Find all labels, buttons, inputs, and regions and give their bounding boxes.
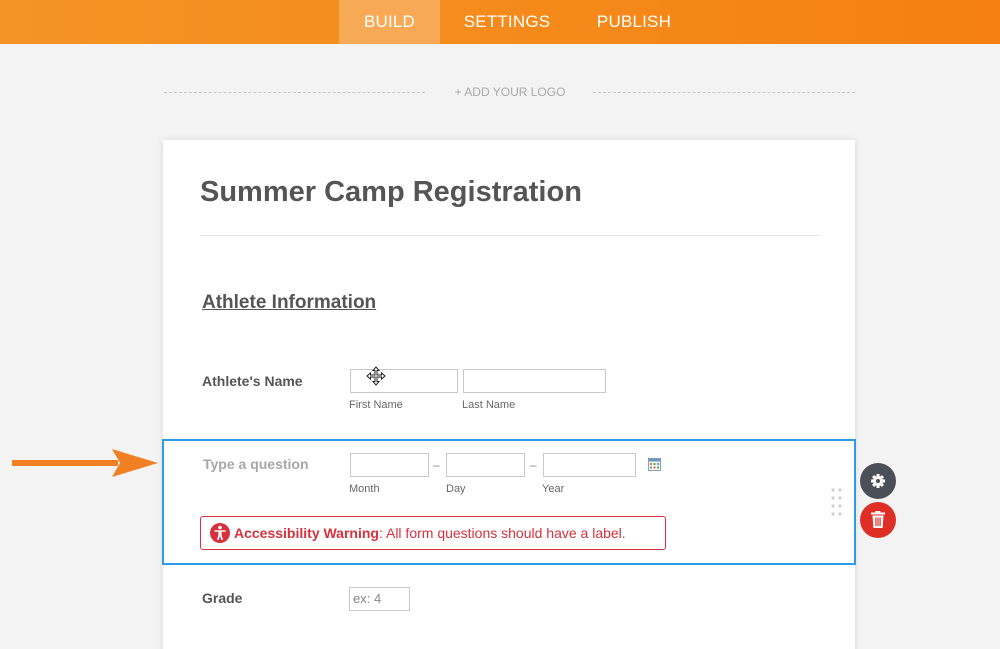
trash-icon <box>871 511 885 528</box>
tab-settings[interactable]: SETTINGS <box>458 0 556 44</box>
title-divider <box>200 235 819 236</box>
grade-label[interactable]: Grade <box>202 590 242 606</box>
athlete-name-label[interactable]: Athlete's Name <box>202 373 303 389</box>
logo-divider-left <box>164 92 425 93</box>
drag-handle-icon[interactable] <box>831 488 843 518</box>
accessibility-icon <box>210 523 230 543</box>
accessibility-warning-text: Accessibility Warning: All form question… <box>234 525 626 541</box>
tab-publish[interactable]: PUBLISH <box>590 0 678 44</box>
warning-title: Accessibility Warning <box>234 525 379 541</box>
gear-icon <box>871 474 885 488</box>
tab-build[interactable]: BUILD <box>339 0 440 44</box>
add-logo-button[interactable]: + ADD YOUR LOGO <box>440 85 580 99</box>
accessibility-warning: Accessibility Warning: All form question… <box>200 516 666 550</box>
form-title[interactable]: Summer Camp Registration <box>200 176 582 209</box>
section-heading[interactable]: Athlete Information <box>202 292 376 314</box>
delete-question-button[interactable] <box>860 502 896 538</box>
pointer-arrow-icon <box>12 449 158 477</box>
logo-divider-right <box>593 92 855 93</box>
question-properties-button[interactable] <box>860 463 896 499</box>
grade-input[interactable]: ex: 4 <box>349 587 410 611</box>
last-name-sublabel: Last Name <box>462 399 516 411</box>
move-cursor-icon <box>366 366 386 386</box>
top-nav-bar: BUILD SETTINGS PUBLISH <box>0 0 1000 44</box>
form-card: Summer Camp Registration Athlete Informa… <box>163 140 855 649</box>
first-name-sublabel: First Name <box>349 399 403 411</box>
warning-message: : All form questions should have a label… <box>378 525 626 541</box>
last-name-input[interactable] <box>463 369 606 393</box>
